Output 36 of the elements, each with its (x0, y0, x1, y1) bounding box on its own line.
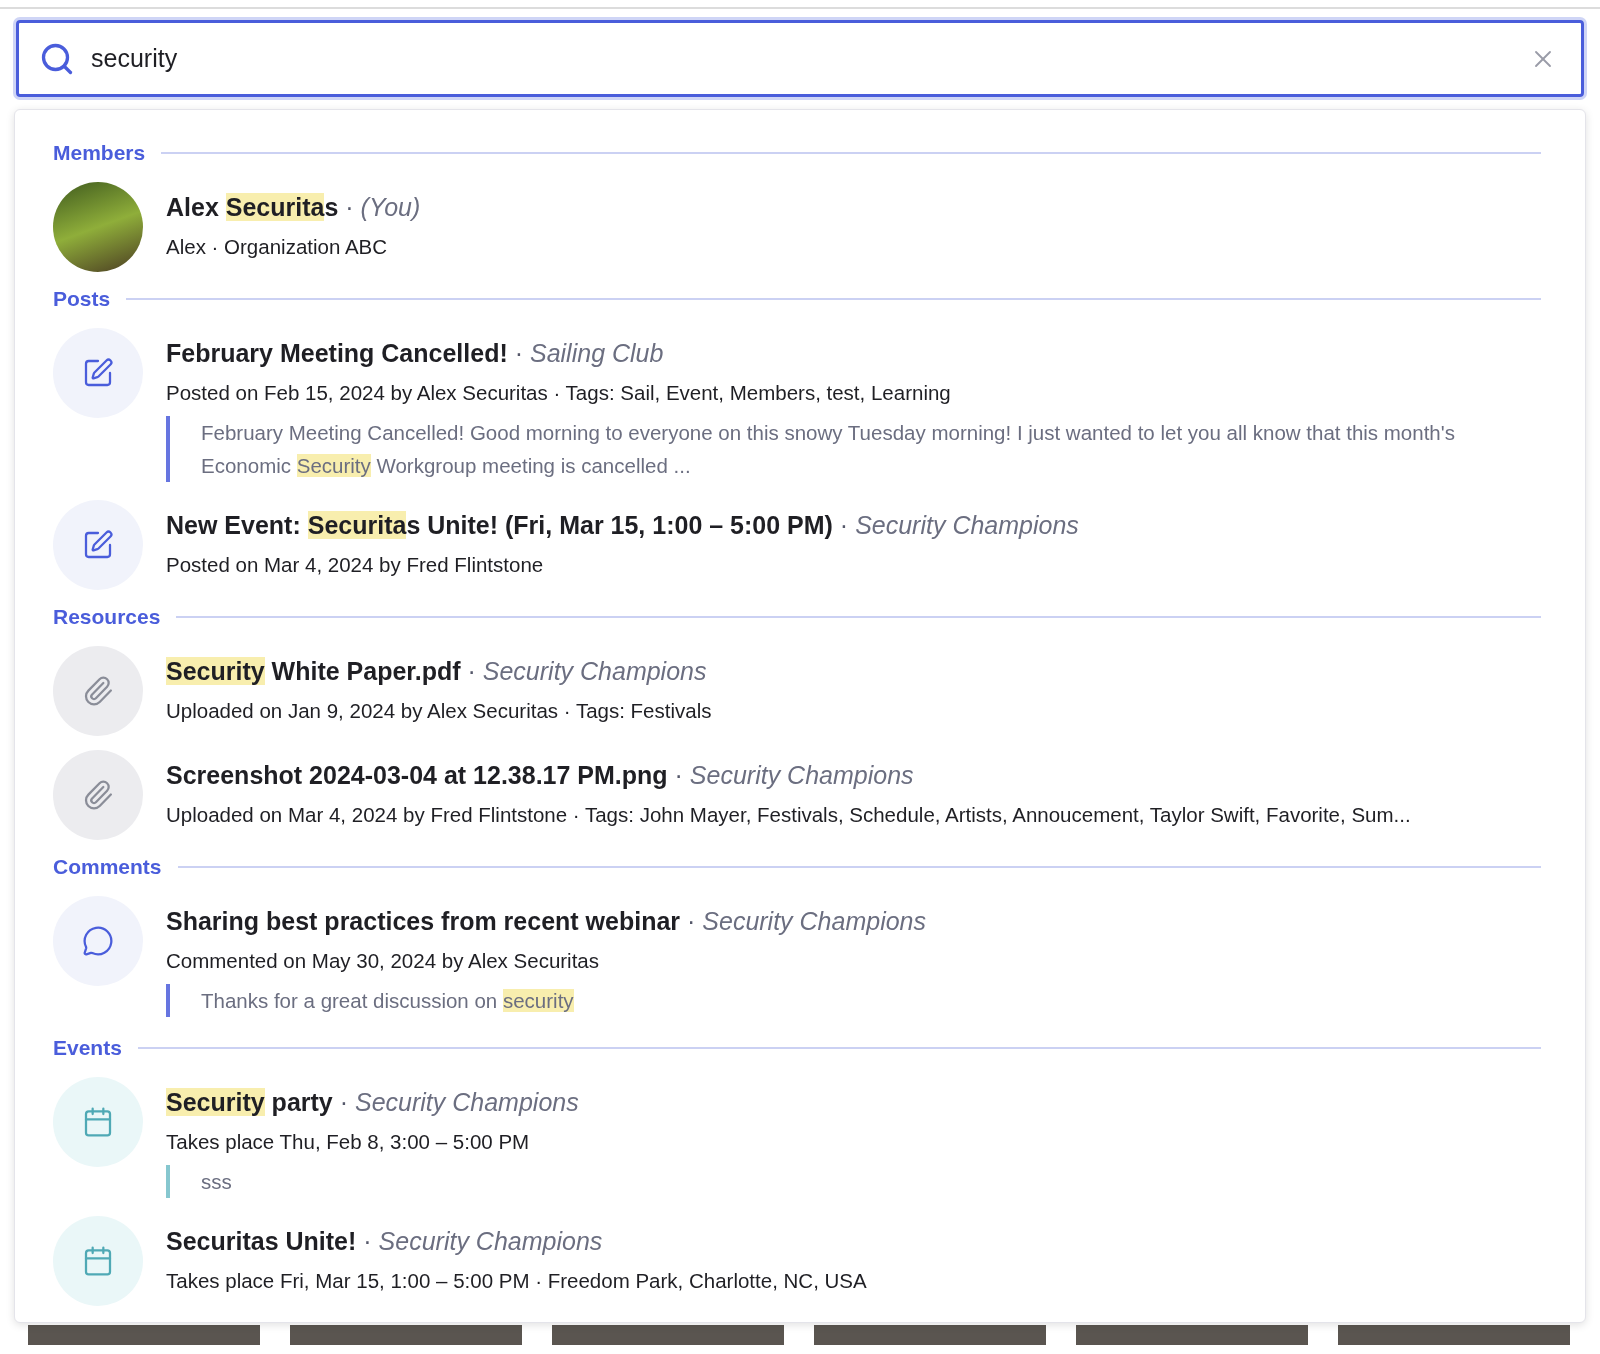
section-heading: Posts (53, 286, 111, 312)
result-details: Posted on Mar 4, 2024 by Fred Flintstone (166, 552, 545, 578)
result-details: Takes place Thu, Feb 8, 3:00 – 5:00 PM (166, 1129, 531, 1155)
result-title[interactable]: New Event: Securitas Unite! (Fri, Mar 15, 1:00 – 5:00 PM) · Security Champions (166, 508, 1079, 542)
result-details: Alex · Organization ABC (166, 234, 389, 260)
paperclip-icon (82, 675, 114, 707)
result-title[interactable]: Screenshot 2024-03-04 at 12.38.17 PM.png · Security Champions (166, 758, 1411, 792)
result-title[interactable]: Securitas Unite! · Security Champions (166, 1224, 867, 1258)
result-title[interactable]: Security party · Security Champions (166, 1085, 579, 1119)
result-title[interactable]: Sharing best practices from recent webinar · Security Champions (166, 904, 926, 938)
result-details: Posted on Feb 15, 2024 by Alex Securitas · Tags: Sail, Event, Members, test, Learning (166, 380, 952, 406)
section-heading: Events (53, 1035, 122, 1061)
search-input[interactable]: security (91, 39, 1529, 78)
section-heading: Resources (53, 604, 161, 630)
result-title[interactable]: Alex Securitas · (You) (166, 190, 421, 224)
result-details: Takes place Fri, Mar 15, 1:00 – 5:00 PM · Freedom Park, Charlotte, NC, USA (166, 1268, 867, 1294)
pencil-square-icon (82, 529, 114, 561)
result-excerpt: Thanks for a great discussion on security (200, 988, 574, 1014)
section-heading: Members (53, 140, 146, 166)
result-details: Uploaded on Jan 9, 2024 by Alex Securitas · Tags: Festivals (166, 698, 712, 724)
result-details: Uploaded on Mar 4, 2024 by Fred Flintstone · Tags: John Mayer, Festivals, Schedule, Artists, Annoucement, Taylor Swift, Favorite, Sum... (166, 802, 1411, 828)
calendar-icon (82, 1106, 114, 1138)
quote-bar (166, 1165, 170, 1198)
speech-bubble-icon (82, 925, 114, 957)
quote-bar (166, 416, 170, 482)
section-heading: Comments (53, 854, 162, 880)
result-excerpt: sss (200, 1169, 232, 1195)
result-details: Commented on May 30, 2024 by Alex Securitas (166, 948, 600, 974)
result-excerpt: February Meeting Cancelled! Good morning to everyone on this snowy Tuesday morning! I just wanted to let you all know that this month's Economic Security Workgroup meeting is cancelled ... (200, 420, 1456, 479)
result-title[interactable]: Security White Paper.pdf · Security Champions (166, 654, 712, 688)
paperclip-icon (82, 779, 114, 811)
result-title[interactable]: February Meeting Cancelled! · Sailing Club (166, 336, 1470, 370)
pencil-square-icon (82, 357, 114, 389)
quote-bar (166, 984, 170, 1017)
search-field[interactable]: security (16, 20, 1584, 97)
calendar-icon (82, 1245, 114, 1277)
